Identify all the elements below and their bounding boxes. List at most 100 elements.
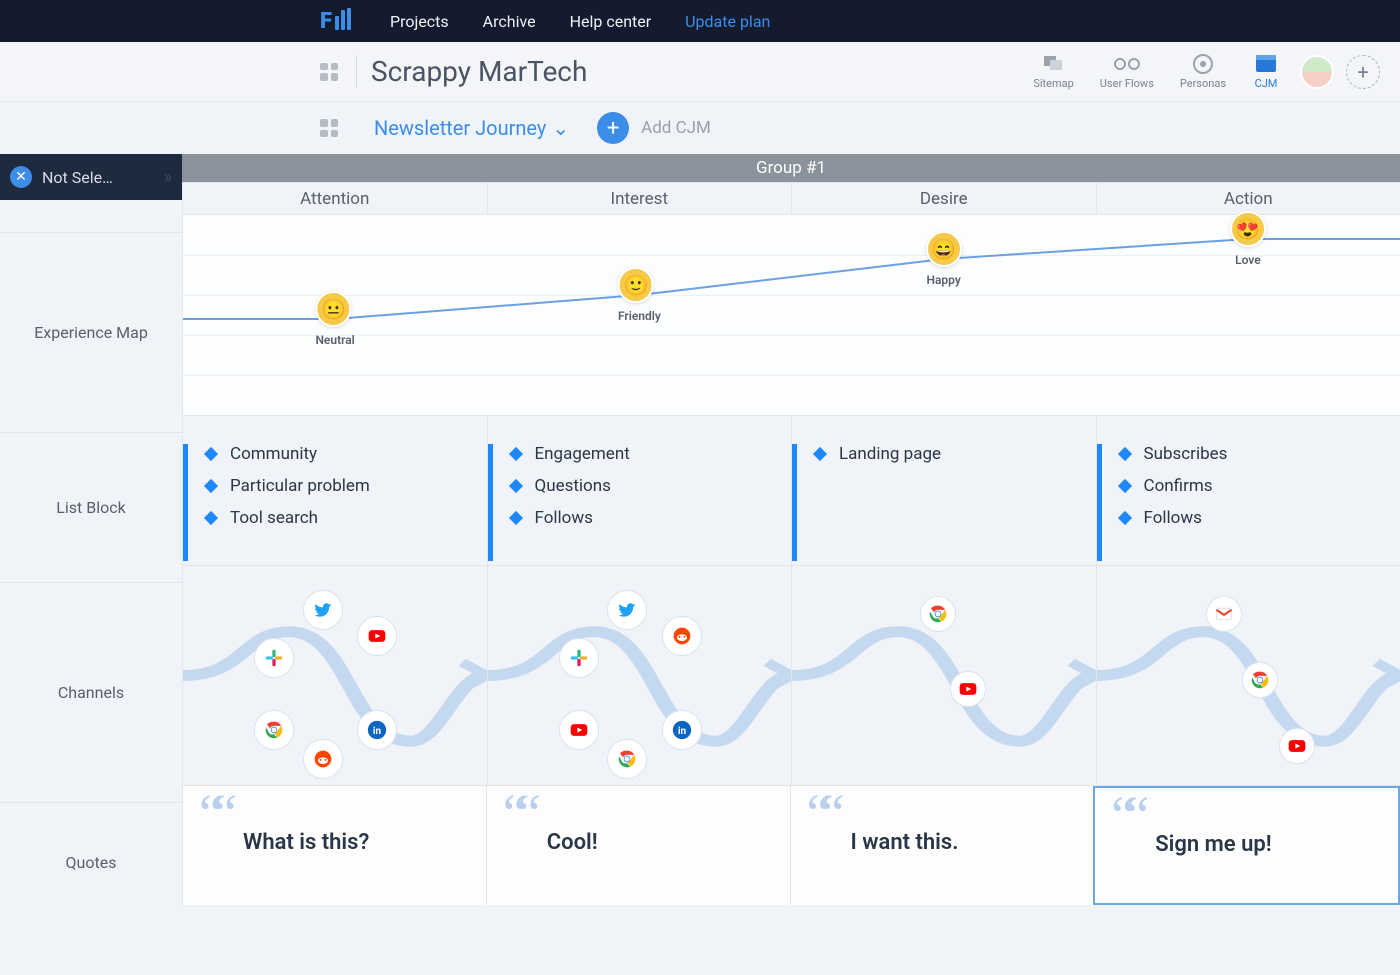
chrome-icon[interactable] bbox=[920, 596, 956, 632]
list-item: Follows bbox=[1120, 508, 1391, 528]
emoji-label: Happy bbox=[926, 273, 962, 287]
journey-selector[interactable]: Newsletter Journey ⌄ bbox=[374, 116, 569, 140]
module-label: User Flows bbox=[1100, 77, 1154, 90]
youtube-icon[interactable] bbox=[1279, 728, 1315, 764]
twitter-icon[interactable] bbox=[303, 590, 343, 630]
module-label: Sitemap bbox=[1033, 77, 1073, 90]
experience-point[interactable]: 😐 Neutral bbox=[315, 291, 354, 347]
gmail-icon[interactable] bbox=[1206, 596, 1242, 632]
experience-point[interactable]: 😍Love bbox=[1230, 211, 1266, 267]
bullet-icon bbox=[204, 479, 218, 493]
row-header-list: List Block bbox=[0, 432, 182, 582]
quote-text: Cool! bbox=[547, 830, 772, 855]
quote-cell[interactable]: ““Cool! bbox=[486, 786, 790, 905]
emoji-label: Neutral bbox=[315, 333, 354, 347]
emoji-icon: 😄 bbox=[926, 231, 962, 267]
row-header-quotes: Quotes bbox=[0, 802, 182, 922]
quote-cell[interactable]: ““ What is this? bbox=[182, 786, 486, 905]
list-item: Questions bbox=[511, 476, 782, 496]
module-personas[interactable]: Personas bbox=[1180, 53, 1226, 90]
quote-icon: ““ bbox=[199, 800, 227, 827]
reddit-icon[interactable] bbox=[662, 616, 702, 656]
nav-update-plan[interactable]: Update plan bbox=[685, 12, 770, 31]
row-headers: ✕ Not Sele… » Experience Map List Block … bbox=[0, 154, 182, 975]
module-cjm[interactable]: CJM bbox=[1252, 53, 1280, 90]
close-icon[interactable]: ✕ bbox=[10, 166, 32, 188]
slack-icon[interactable] bbox=[254, 638, 294, 678]
stage-header[interactable]: Action bbox=[1096, 182, 1400, 214]
logo: F bbox=[320, 8, 353, 34]
youtube-icon[interactable] bbox=[559, 710, 599, 750]
view-grid-icon[interactable] bbox=[320, 119, 338, 137]
list-item: Subscribes bbox=[1120, 444, 1391, 464]
emoji-icon: 🙂 bbox=[618, 267, 654, 303]
add-cjm-label: Add CJM bbox=[641, 118, 711, 138]
linkedin-icon[interactable]: in bbox=[357, 710, 397, 750]
quote-text: I want this. bbox=[851, 830, 1076, 855]
quote-cell[interactable]: ““ I want this. bbox=[790, 786, 1094, 905]
reddit-icon[interactable] bbox=[303, 739, 343, 779]
experience-point[interactable]: 🙂 Friendly bbox=[618, 267, 661, 323]
experience-map-cell[interactable]: 😐Neutral🙂Friendly😄Happy😍Love bbox=[182, 215, 1400, 415]
list-block-cell[interactable]: Engagement Questions Follows bbox=[487, 416, 792, 565]
expand-icon[interactable]: » bbox=[164, 167, 172, 188]
channels-cell[interactable]: in bbox=[487, 566, 792, 785]
list-block-cell[interactable]: CommunityParticular problemTool search bbox=[182, 416, 487, 565]
bullet-icon bbox=[1117, 479, 1131, 493]
group-header[interactable]: Group #1 bbox=[182, 154, 1400, 182]
cjm-subnav: Newsletter Journey ⌄ + Add CJM bbox=[0, 102, 1400, 154]
stage-header[interactable]: Attention bbox=[182, 182, 487, 214]
quote-icon: ““ bbox=[1111, 802, 1139, 829]
channels-cell[interactable] bbox=[1096, 566, 1400, 785]
module-userflows[interactable]: User Flows bbox=[1100, 53, 1154, 90]
bullet-icon bbox=[508, 479, 522, 493]
persona-label: Not Sele… bbox=[42, 168, 113, 187]
list-item: Landing page bbox=[815, 444, 1086, 464]
emoji-label: Friendly bbox=[618, 309, 661, 323]
linkedin-icon[interactable]: in bbox=[662, 710, 702, 750]
persona-chip[interactable]: ✕ Not Sele… » bbox=[0, 154, 182, 200]
journey-name: Newsletter Journey bbox=[374, 116, 546, 140]
list-item: Particular problem bbox=[206, 476, 477, 496]
list-item: Confirms bbox=[1120, 476, 1391, 496]
youtube-icon[interactable] bbox=[357, 616, 397, 656]
youtube-icon[interactable] bbox=[950, 671, 986, 707]
nav-help[interactable]: Help center bbox=[570, 12, 652, 31]
chrome-icon[interactable] bbox=[607, 739, 647, 779]
chrome-icon[interactable] bbox=[1242, 662, 1278, 698]
add-user-button[interactable]: + bbox=[1346, 55, 1380, 89]
list-block-cell[interactable]: Landing page bbox=[791, 416, 1096, 565]
list-item: Community bbox=[206, 444, 477, 464]
top-nav: F Projects Archive Help center Update pl… bbox=[0, 0, 1400, 42]
cjm-icon bbox=[1252, 53, 1280, 75]
emoji-icon: 😐 bbox=[315, 291, 351, 327]
emoji-label: Love bbox=[1230, 253, 1266, 267]
channels-cell[interactable]: in bbox=[182, 566, 487, 785]
stage-header[interactable]: Interest bbox=[487, 182, 792, 214]
avatar[interactable] bbox=[1300, 55, 1334, 89]
slack-icon[interactable] bbox=[559, 638, 599, 678]
row-header-experience: Experience Map bbox=[0, 232, 182, 432]
bullet-icon bbox=[508, 511, 522, 525]
list-block-cell[interactable]: Subscribes Confirms Follows bbox=[1096, 416, 1400, 565]
nav-projects[interactable]: Projects bbox=[390, 12, 449, 31]
quote-text: What is this? bbox=[243, 830, 468, 855]
project-title: Scrappy MarTech bbox=[356, 55, 587, 88]
experience-point[interactable]: 😄 Happy bbox=[926, 231, 962, 287]
chrome-icon[interactable] bbox=[254, 710, 294, 750]
nav-archive[interactable]: Archive bbox=[483, 12, 536, 31]
chevron-down-icon: ⌄ bbox=[552, 116, 569, 140]
apps-icon[interactable] bbox=[320, 63, 338, 81]
quote-icon: ““ bbox=[807, 800, 835, 827]
list-item: Follows bbox=[511, 508, 782, 528]
add-cjm-button[interactable]: + bbox=[597, 112, 629, 144]
bullet-icon bbox=[204, 447, 218, 461]
userflows-icon bbox=[1113, 53, 1141, 75]
list-item: Engagement bbox=[511, 444, 782, 464]
module-sitemap[interactable]: Sitemap bbox=[1033, 53, 1073, 90]
twitter-icon[interactable] bbox=[607, 590, 647, 630]
channels-cell[interactable] bbox=[791, 566, 1096, 785]
quote-text: Sign me up! bbox=[1155, 832, 1380, 857]
quote-cell[interactable]: ““ Sign me up! bbox=[1093, 786, 1400, 905]
stage-header[interactable]: Desire bbox=[791, 182, 1096, 214]
